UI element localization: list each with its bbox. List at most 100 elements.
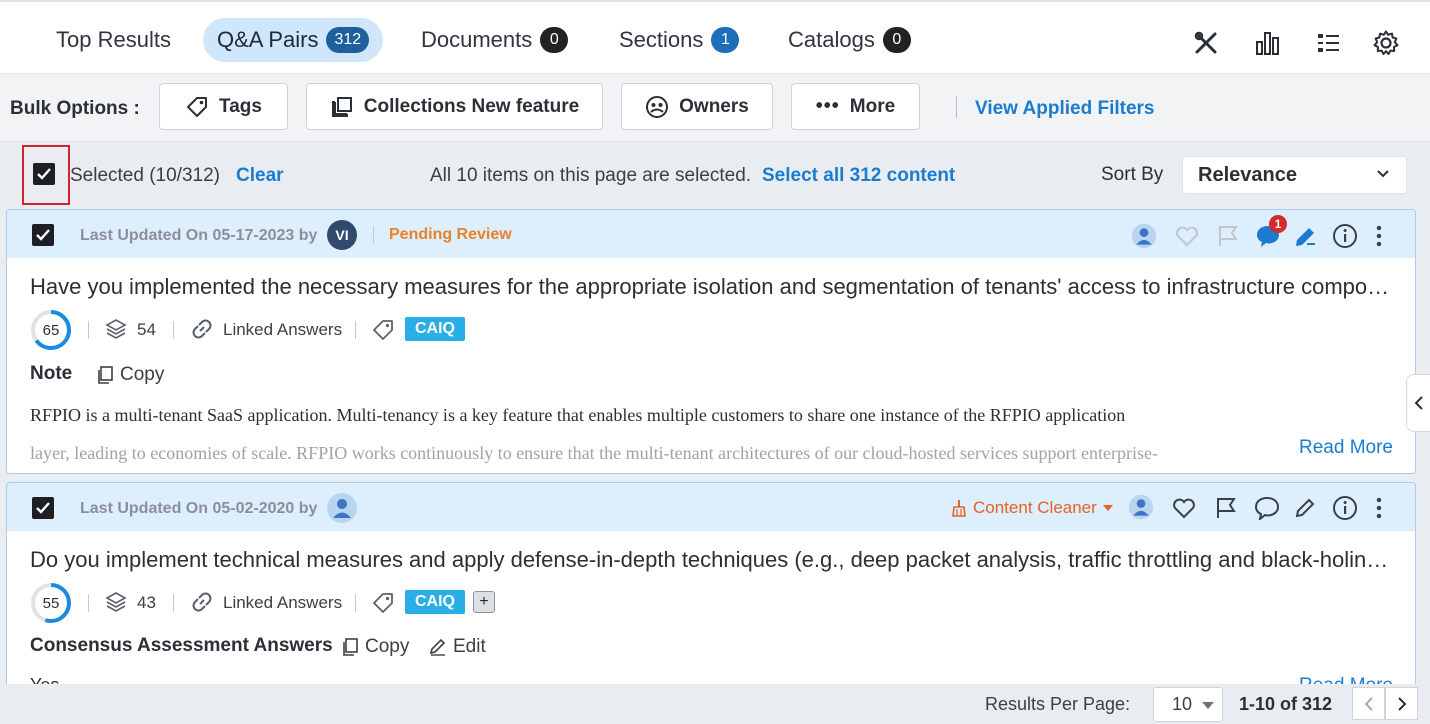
linked-answers-link[interactable]: Linked Answers: [223, 320, 342, 340]
edit-pencil-icon[interactable]: [1292, 495, 1318, 521]
last-updated: Last Updated On 05-02-2020 by: [80, 500, 318, 517]
score-ring: 55: [30, 582, 72, 624]
divider: [373, 226, 374, 244]
flag-icon[interactable]: [1215, 223, 1241, 249]
select-all-checkbox[interactable]: [33, 163, 55, 185]
avatar[interactable]: VI: [327, 220, 357, 250]
read-more-link[interactable]: Read More: [1299, 437, 1393, 459]
kebab-menu-icon[interactable]: [1366, 495, 1392, 521]
tab-catalogs[interactable]: Catalogs 0: [774, 18, 925, 62]
divider: [173, 321, 174, 339]
list-view-icon[interactable]: [1314, 28, 1344, 58]
bulk-options-bar: Bulk Options : Tags Collections New feat…: [0, 74, 1430, 142]
heart-icon[interactable]: [1174, 223, 1200, 249]
ellipsis-icon: •••: [815, 95, 840, 117]
comment-icon[interactable]: [1254, 495, 1280, 521]
side-panel-toggle[interactable]: [1406, 374, 1430, 432]
card-header: Last Updated On 05-02-2020 by Content Cl…: [7, 483, 1415, 531]
tab-label: Documents: [421, 27, 533, 52]
edit-button[interactable]: Edit: [429, 636, 486, 658]
link-icon: [192, 319, 212, 339]
tag-icon: [187, 96, 208, 117]
card-checkbox[interactable]: [32, 224, 54, 246]
collections-button[interactable]: Collections New feature: [306, 83, 603, 130]
user-avatar-icon[interactable]: [1131, 223, 1157, 249]
kebab-menu-icon[interactable]: [1366, 223, 1392, 249]
divider: [88, 321, 89, 339]
add-tag-button[interactable]: +: [473, 591, 495, 613]
tab-label: Sections: [619, 27, 704, 52]
divider: [355, 321, 356, 339]
count-badge: 0: [540, 27, 569, 53]
results-per-page-select[interactable]: 10: [1153, 687, 1223, 722]
qa-card: Last Updated On 05-02-2020 by Content Cl…: [6, 482, 1416, 684]
layers-icon: [105, 319, 127, 339]
tag-chip[interactable]: CAIQ: [405, 590, 465, 614]
caret-down-icon: [1202, 702, 1214, 709]
tag-chip[interactable]: CAIQ: [405, 317, 465, 341]
tags-button[interactable]: Tags: [159, 83, 288, 130]
copy-button[interactable]: Copy: [341, 636, 409, 658]
card-checkbox[interactable]: [32, 497, 54, 519]
divider: [88, 594, 89, 612]
clear-selection-link[interactable]: Clear: [236, 165, 284, 187]
tag-icon: [373, 320, 393, 340]
answer-section-label: Note: [30, 363, 73, 384]
chevron-down-icon: [1377, 170, 1389, 178]
content-cleaner-dropdown[interactable]: Content Cleaner: [951, 498, 1113, 518]
results-tab-bar: Top Results Q&A Pairs 312 Documents 0 Se…: [0, 0, 1430, 74]
comment-count-badge: 1: [1269, 215, 1287, 233]
linked-answers-link[interactable]: Linked Answers: [223, 593, 342, 613]
select-all-content-link[interactable]: Select all 312 content: [762, 165, 955, 187]
read-more-link[interactable]: Read More: [1299, 675, 1393, 684]
more-button[interactable]: ••• More: [791, 83, 920, 130]
selected-count: Selected (10/312): [70, 165, 220, 186]
link-icon: [192, 592, 212, 612]
button-label: Collections New feature: [363, 95, 580, 117]
chevron-right-icon: [1397, 696, 1406, 711]
selection-row: Selected (10/312) Clear All 10 items on …: [0, 142, 1430, 208]
divider: [173, 594, 174, 612]
previous-page-button[interactable]: [1352, 687, 1385, 720]
view-applied-filters-link[interactable]: View Applied Filters: [975, 98, 1155, 120]
count-badge: 1: [711, 27, 740, 53]
tools-icon[interactable]: [1191, 28, 1221, 58]
versions-count: 54: [137, 320, 156, 339]
gear-icon[interactable]: [1371, 28, 1401, 58]
copy-label: Copy: [365, 636, 410, 657]
per-page-value: 10: [1172, 694, 1193, 714]
qa-card: Last Updated On 05-17-2023 by VI Pending…: [6, 209, 1416, 474]
edit-pencil-icon[interactable]: [1292, 224, 1318, 250]
count-badge: 0: [882, 27, 911, 53]
analytics-icon[interactable]: [1253, 28, 1283, 58]
answer-text: RFPIO is a multi-tenant SaaS application…: [30, 405, 1126, 425]
user-avatar-icon[interactable]: [1128, 494, 1154, 520]
versions-count: 43: [137, 593, 156, 612]
tab-sections[interactable]: Sections 1: [605, 18, 753, 62]
edit-label: Edit: [453, 636, 486, 657]
heart-icon[interactable]: [1171, 495, 1197, 521]
owners-button[interactable]: Owners: [621, 83, 773, 130]
question-title[interactable]: Do you implement technical measures and …: [30, 547, 1390, 573]
tab-label: Q&A Pairs: [217, 27, 319, 52]
info-icon[interactable]: [1332, 495, 1358, 521]
copy-icon: [343, 638, 358, 656]
avatar[interactable]: [327, 493, 357, 523]
sort-by-select[interactable]: Relevance: [1182, 156, 1407, 194]
copy-icon: [98, 366, 113, 384]
pencil-icon: [429, 638, 446, 656]
button-label: Owners: [679, 95, 749, 117]
sort-value: Relevance: [1198, 163, 1297, 186]
next-page-button[interactable]: [1385, 687, 1418, 720]
copy-button[interactable]: Copy: [96, 364, 164, 386]
tab-qa-pairs[interactable]: Q&A Pairs 312: [203, 18, 384, 62]
info-icon[interactable]: [1332, 223, 1358, 249]
question-title[interactable]: Have you implemented the necessary measu…: [30, 274, 1390, 300]
flag-icon[interactable]: [1213, 495, 1239, 521]
pagination-bar: Results Per Page: 10 1-10 of 312: [0, 684, 1430, 724]
score-value: 55: [42, 594, 60, 612]
tab-top-results[interactable]: Top Results: [42, 18, 185, 62]
tab-documents[interactable]: Documents 0: [407, 18, 582, 62]
copy-label: Copy: [120, 364, 165, 385]
button-label: Tags: [219, 95, 262, 117]
